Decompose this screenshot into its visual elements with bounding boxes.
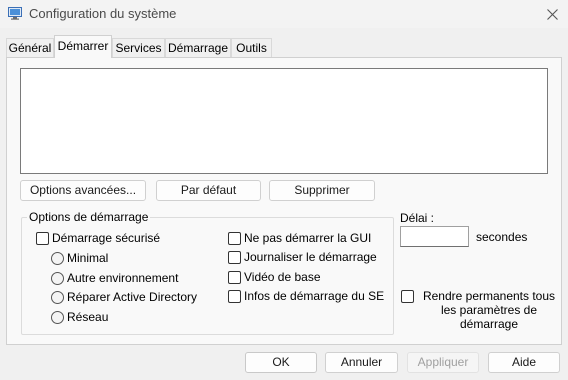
cancel-button[interactable]: Annuler (325, 352, 398, 373)
ok-button[interactable]: OK (245, 352, 317, 373)
msconfig-icon (8, 7, 22, 20)
checkbox-box[interactable] (228, 251, 241, 264)
boot-log-checkbox[interactable]: Journaliser le démarrage (228, 251, 377, 264)
checkbox-box[interactable] (228, 232, 241, 245)
advanced-options-button[interactable]: Options avancées... (20, 180, 146, 201)
checkbox-box[interactable] (36, 232, 49, 245)
close-button[interactable] (540, 3, 564, 25)
safe-boot-checkbox[interactable]: Démarrage sécurisé (36, 232, 160, 245)
radio-alternate-shell[interactable]: Autre environnement (51, 271, 178, 285)
tab-general[interactable]: Général (6, 38, 54, 58)
radio-ad-repair-label: Réparer Active Directory (67, 290, 198, 304)
base-video-label: Vidéo de base (244, 270, 321, 284)
radio-minimal[interactable]: Minimal (51, 251, 108, 265)
timeout-label: Délai : (400, 211, 435, 225)
checkbox-box[interactable] (228, 271, 241, 284)
make-permanent-label: Rendre permanents tous les paramètres de… (422, 289, 556, 331)
radio-network[interactable]: Réseau (51, 310, 108, 324)
checkbox-box[interactable] (228, 290, 241, 303)
radio-ad-repair[interactable]: Réparer Active Directory (51, 290, 197, 304)
checkbox-box[interactable] (401, 290, 414, 303)
no-gui-boot-label: Ne pas démarrer la GUI (244, 231, 372, 245)
base-video-checkbox[interactable]: Vidéo de base (228, 271, 321, 284)
os-boot-info-checkbox[interactable]: Infos de démarrage du SE (228, 290, 384, 303)
radio-circle[interactable] (51, 251, 64, 265)
boot-log-label: Journaliser le démarrage (244, 250, 377, 264)
make-permanent-checkbox[interactable]: Rendre permanents tous les paramètres de… (401, 289, 561, 331)
title-bar: Configuration du système (0, 0, 568, 28)
safe-boot-label: Démarrage sécurisé (52, 231, 161, 245)
delete-button[interactable]: Supprimer (269, 180, 375, 201)
no-gui-boot-checkbox[interactable]: Ne pas démarrer la GUI (228, 232, 371, 245)
tab-services[interactable]: Services (112, 38, 165, 58)
window-title: Configuration du système (29, 6, 177, 21)
boot-entries-list[interactable] (20, 68, 548, 174)
os-boot-info-label: Infos de démarrage du SE (244, 289, 385, 303)
radio-circle[interactable] (51, 290, 64, 304)
radio-circle[interactable] (51, 310, 64, 324)
tab-demarrage[interactable]: Démarrage (165, 38, 231, 58)
default-button[interactable]: Par défaut (156, 180, 261, 201)
timeout-input[interactable] (400, 226, 469, 247)
radio-minimal-label: Minimal (67, 251, 109, 265)
radio-circle[interactable] (51, 271, 64, 285)
tab-demarrer[interactable]: Démarrer (54, 35, 112, 58)
tab-outils[interactable]: Outils (231, 38, 272, 58)
radio-alternate-shell-label: Autre environnement (67, 271, 179, 285)
radio-network-label: Réseau (67, 310, 109, 324)
apply-button[interactable]: Appliquer (407, 352, 479, 373)
close-icon (546, 8, 558, 20)
help-button[interactable]: Aide (488, 352, 560, 373)
boot-options-title: Options de démarrage (27, 210, 151, 224)
timeout-unit: secondes (476, 230, 528, 244)
